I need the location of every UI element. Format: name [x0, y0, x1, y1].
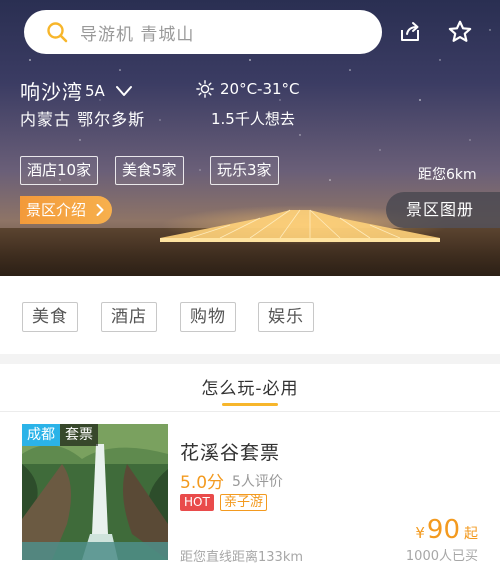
fun-count-chip[interactable]: 玩乐3家: [210, 156, 279, 185]
hotel-count-chip[interactable]: 酒店10家: [20, 156, 99, 185]
scenic-region: 内蒙古 鄂尔多斯: [20, 110, 146, 129]
product-image: 成都 套票: [22, 424, 168, 560]
category-shopping[interactable]: 购物: [180, 302, 236, 332]
want-to-go-count: 1.5千人想去: [211, 110, 295, 128]
food-count-chip[interactable]: 美食5家: [115, 156, 184, 185]
search-bar[interactable]: 导游机 青城山: [24, 10, 382, 54]
type-tag: 套票: [60, 424, 98, 446]
share-button[interactable]: [392, 14, 428, 50]
price-value: 90: [426, 515, 460, 545]
scenic-rank: 5A: [85, 81, 105, 100]
hero-banner: 导游机 青城山 响沙湾 5A 内蒙古 鄂尔多斯 20°C-31°C 1.5千人想…: [0, 0, 500, 276]
product-score: 5.0分: [180, 473, 225, 493]
scenic-title-row[interactable]: 响沙湾 5A: [20, 76, 133, 105]
currency-symbol: ¥: [415, 524, 425, 542]
product-name: 花溪谷套票: [180, 442, 281, 464]
chevron-right-icon: [96, 204, 104, 216]
star-icon: [448, 20, 472, 42]
sun-icon: [196, 80, 214, 98]
category-hotel[interactable]: 酒店: [101, 302, 157, 332]
distance-label: 距您6km: [418, 167, 477, 183]
product-card[interactable]: 成都 套票 花溪谷套票 5.0分 5人评价 HOT 亲子游 ¥ 90 起 距您直…: [0, 412, 500, 572]
section-divider: [0, 354, 500, 364]
share-icon: [401, 22, 419, 41]
search-icon: [47, 22, 68, 43]
search-placeholder: 导游机 青城山: [80, 24, 195, 45]
category-tabs: 美食 酒店 购物 娱乐: [0, 276, 500, 354]
hot-badge: HOT: [180, 494, 214, 511]
category-entertainment[interactable]: 娱乐: [258, 302, 314, 332]
temperature: 20°C-31°C: [220, 80, 300, 98]
section-title: 怎么玩-必用: [201, 379, 299, 399]
scenic-name: 响沙湾: [20, 80, 83, 104]
chevron-down-icon: [115, 85, 132, 96]
favorite-button[interactable]: [442, 14, 478, 50]
scenic-intro-button[interactable]: 景区介绍: [20, 196, 113, 224]
scenic-album-button[interactable]: 景区图册: [386, 192, 500, 228]
scenic-intro-label: 景区介绍: [26, 201, 87, 219]
bought-count: 1000人已买: [405, 549, 478, 564]
review-count: 5人评价: [232, 474, 283, 490]
product-price: ¥ 90 起: [415, 515, 478, 545]
weather-info: 20°C-31°C: [196, 80, 300, 98]
section-header: 怎么玩-必用: [0, 364, 500, 412]
category-food[interactable]: 美食: [22, 302, 78, 332]
product-distance: 距您直线距离133km: [180, 550, 304, 565]
scenic-detail-page: 导游机 青城山 响沙湾 5A 内蒙古 鄂尔多斯 20°C-31°C 1.5千人想…: [0, 0, 500, 572]
price-suffix: 起: [464, 526, 478, 542]
city-tag: 成都: [22, 424, 60, 446]
section-underline: [222, 403, 278, 406]
product-tag: 成都 套票: [22, 424, 98, 446]
family-tour-badge: 亲子游: [220, 494, 268, 511]
